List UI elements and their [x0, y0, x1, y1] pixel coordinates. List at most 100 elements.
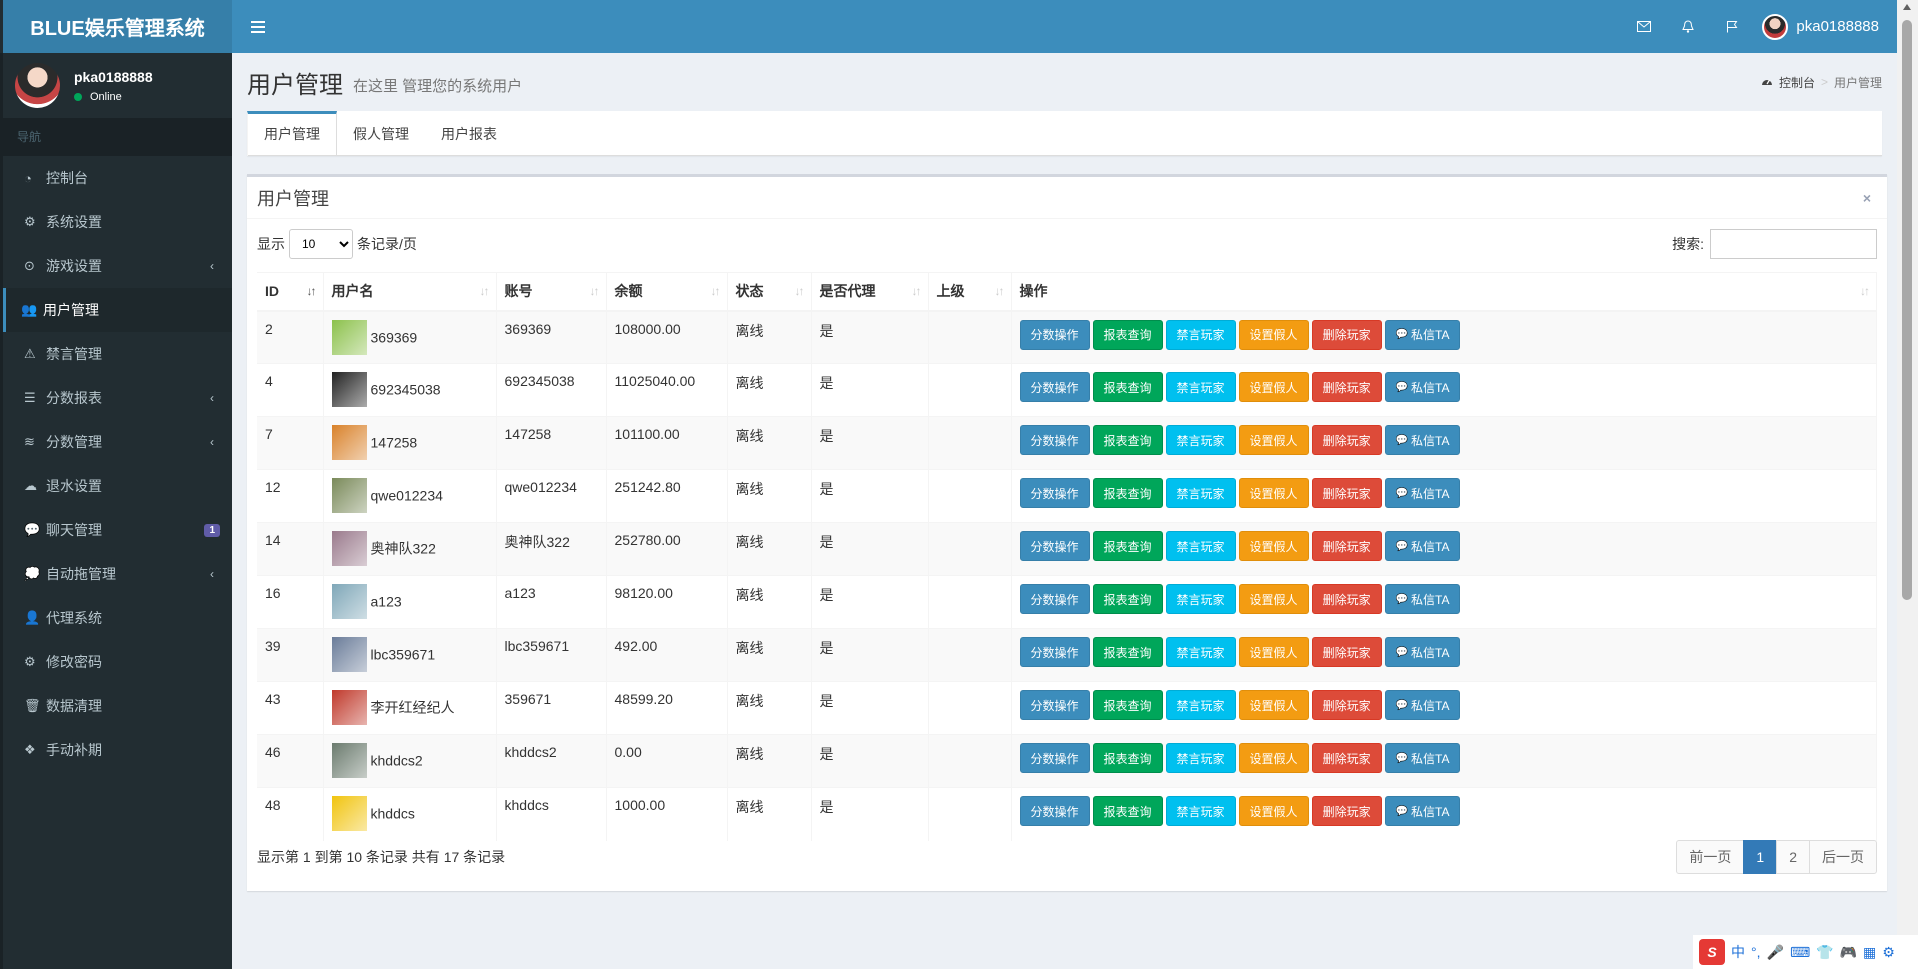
prev-page-button[interactable]: 前一页	[1676, 840, 1745, 874]
score-operation-button[interactable]: 分数操作	[1019, 690, 1090, 720]
score-operation-button[interactable]: 分数操作	[1019, 478, 1090, 508]
delete-player-button[interactable]: 删除玩家	[1311, 584, 1382, 614]
report-query-button[interactable]: 报表查询	[1092, 531, 1163, 561]
delete-player-button[interactable]: 删除玩家	[1311, 531, 1382, 561]
score-operation-button[interactable]: 分数操作	[1019, 319, 1090, 350]
set-fake-button[interactable]: 设置假人	[1238, 319, 1309, 350]
private-message-button[interactable]: 💬 私信TA	[1384, 637, 1461, 667]
private-message-button[interactable]: 💬 私信TA	[1384, 796, 1461, 826]
search-input[interactable]	[1710, 229, 1877, 259]
column-header-3[interactable]: 余额 ↓↑	[606, 272, 728, 312]
mute-player-button[interactable]: 禁言玩家	[1165, 584, 1236, 614]
sidebar-item-12[interactable]: 🗑 数据清理	[3, 684, 232, 728]
report-query-button[interactable]: 报表查询	[1092, 584, 1163, 614]
app-logo[interactable]: BLUE娱乐管理系统	[0, 0, 232, 53]
set-fake-button[interactable]: 设置假人	[1238, 743, 1309, 773]
breadcrumb-home[interactable]: 控制台	[1779, 74, 1815, 91]
scroll-up-icon[interactable]	[1903, 4, 1911, 10]
delete-player-button[interactable]: 删除玩家	[1311, 425, 1382, 455]
column-header-5[interactable]: 是否代理 ↓↑	[811, 272, 929, 312]
sidebar-item-4[interactable]: ⚠ 禁言管理	[3, 332, 232, 376]
tab-fake-users[interactable]: 假人管理	[337, 111, 425, 156]
grid-icon[interactable]: ▦	[1863, 944, 1876, 961]
flag-icon[interactable]	[1710, 0, 1754, 53]
score-operation-button[interactable]: 分数操作	[1019, 584, 1090, 614]
delete-player-button[interactable]: 删除玩家	[1311, 637, 1382, 667]
set-fake-button[interactable]: 设置假人	[1238, 372, 1309, 402]
user-menu[interactable]: pka0188888	[1754, 0, 1897, 53]
mute-player-button[interactable]: 禁言玩家	[1165, 637, 1236, 667]
settings-icon[interactable]: ⚙	[1882, 944, 1895, 961]
microphone-icon[interactable]: 🎤	[1767, 944, 1784, 961]
score-operation-button[interactable]: 分数操作	[1019, 425, 1090, 455]
scroll-thumb[interactable]	[1902, 20, 1912, 600]
score-operation-button[interactable]: 分数操作	[1019, 637, 1090, 667]
mute-player-button[interactable]: 禁言玩家	[1165, 319, 1236, 350]
tab-user-management[interactable]: 用户管理	[247, 111, 337, 156]
score-operation-button[interactable]: 分数操作	[1019, 531, 1090, 561]
page-2-button[interactable]: 2	[1776, 840, 1810, 874]
envelope-icon[interactable]	[1622, 0, 1666, 53]
private-message-button[interactable]: 💬 私信TA	[1384, 743, 1461, 773]
sidebar-item-1[interactable]: ⚙ 系统设置	[3, 200, 232, 244]
set-fake-button[interactable]: 设置假人	[1238, 425, 1309, 455]
delete-player-button[interactable]: 删除玩家	[1311, 319, 1382, 350]
column-header-7[interactable]: 操作 ↓↑	[1011, 272, 1877, 312]
delete-player-button[interactable]: 删除玩家	[1311, 690, 1382, 720]
page-scrollbar[interactable]	[1897, 0, 1918, 969]
sidebar-item-5[interactable]: ☰ 分数报表 ‹	[3, 376, 232, 420]
close-icon[interactable]: ×	[1863, 190, 1871, 206]
private-message-button[interactable]: 💬 私信TA	[1384, 425, 1461, 455]
report-query-button[interactable]: 报表查询	[1092, 478, 1163, 508]
tab-user-report[interactable]: 用户报表	[425, 111, 513, 156]
score-operation-button[interactable]: 分数操作	[1019, 743, 1090, 773]
sidebar-item-10[interactable]: 👤 代理系统	[3, 596, 232, 640]
private-message-button[interactable]: 💬 私信TA	[1384, 690, 1461, 720]
delete-player-button[interactable]: 删除玩家	[1311, 478, 1382, 508]
mute-player-button[interactable]: 禁言玩家	[1165, 743, 1236, 773]
report-query-button[interactable]: 报表查询	[1092, 425, 1163, 455]
private-message-button[interactable]: 💬 私信TA	[1384, 319, 1461, 350]
sidebar-item-2[interactable]: ⊙ 游戏设置 ‹	[3, 244, 232, 288]
ime-lang-toggle[interactable]: 中	[1731, 942, 1745, 962]
delete-player-button[interactable]: 删除玩家	[1311, 372, 1382, 402]
sidebar-item-0[interactable]: ◔ 控制台	[3, 156, 232, 200]
sidebar-item-13[interactable]: ❖ 手动补期	[3, 728, 232, 772]
sidebar-item-6[interactable]: ≋ 分数管理 ‹	[3, 420, 232, 464]
set-fake-button[interactable]: 设置假人	[1238, 690, 1309, 720]
gamepad-icon[interactable]: 🎮	[1840, 944, 1857, 961]
mute-player-button[interactable]: 禁言玩家	[1165, 425, 1236, 455]
report-query-button[interactable]: 报表查询	[1092, 319, 1163, 350]
sidebar-item-3[interactable]: 👥 用户管理	[3, 288, 232, 332]
page-1-button[interactable]: 1	[1743, 840, 1778, 874]
keyboard-icon[interactable]: ⌨	[1790, 944, 1810, 961]
report-query-button[interactable]: 报表查询	[1092, 372, 1163, 402]
sidebar-item-9[interactable]: 💭 自动拖管理 ‹	[3, 552, 232, 596]
mute-player-button[interactable]: 禁言玩家	[1165, 478, 1236, 508]
mute-player-button[interactable]: 禁言玩家	[1165, 796, 1236, 826]
column-header-1[interactable]: 用户名 ↓↑	[323, 272, 497, 312]
score-operation-button[interactable]: 分数操作	[1019, 796, 1090, 826]
mute-player-button[interactable]: 禁言玩家	[1165, 531, 1236, 561]
sidebar-item-7[interactable]: ☁ 退水设置	[3, 464, 232, 508]
delete-player-button[interactable]: 删除玩家	[1311, 796, 1382, 826]
delete-player-button[interactable]: 删除玩家	[1311, 743, 1382, 773]
mute-player-button[interactable]: 禁言玩家	[1165, 372, 1236, 402]
set-fake-button[interactable]: 设置假人	[1238, 531, 1309, 561]
set-fake-button[interactable]: 设置假人	[1238, 796, 1309, 826]
next-page-button[interactable]: 后一页	[1809, 840, 1877, 874]
set-fake-button[interactable]: 设置假人	[1238, 478, 1309, 508]
skin-icon[interactable]: 👕	[1816, 944, 1833, 961]
private-message-button[interactable]: 💬 私信TA	[1384, 372, 1461, 402]
private-message-button[interactable]: 💬 私信TA	[1384, 531, 1461, 561]
sidebar-item-8[interactable]: 💬 聊天管理 1	[3, 508, 232, 552]
set-fake-button[interactable]: 设置假人	[1238, 584, 1309, 614]
private-message-button[interactable]: 💬 私信TA	[1384, 584, 1461, 614]
column-header-0[interactable]: ID ↓↑	[257, 272, 324, 312]
mute-player-button[interactable]: 禁言玩家	[1165, 690, 1236, 720]
column-header-4[interactable]: 状态 ↓↑	[727, 272, 812, 312]
punctuation-icon[interactable]: °,	[1751, 944, 1761, 960]
sogou-logo-icon[interactable]: S	[1699, 939, 1725, 965]
set-fake-button[interactable]: 设置假人	[1238, 637, 1309, 667]
bell-icon[interactable]	[1666, 0, 1710, 53]
